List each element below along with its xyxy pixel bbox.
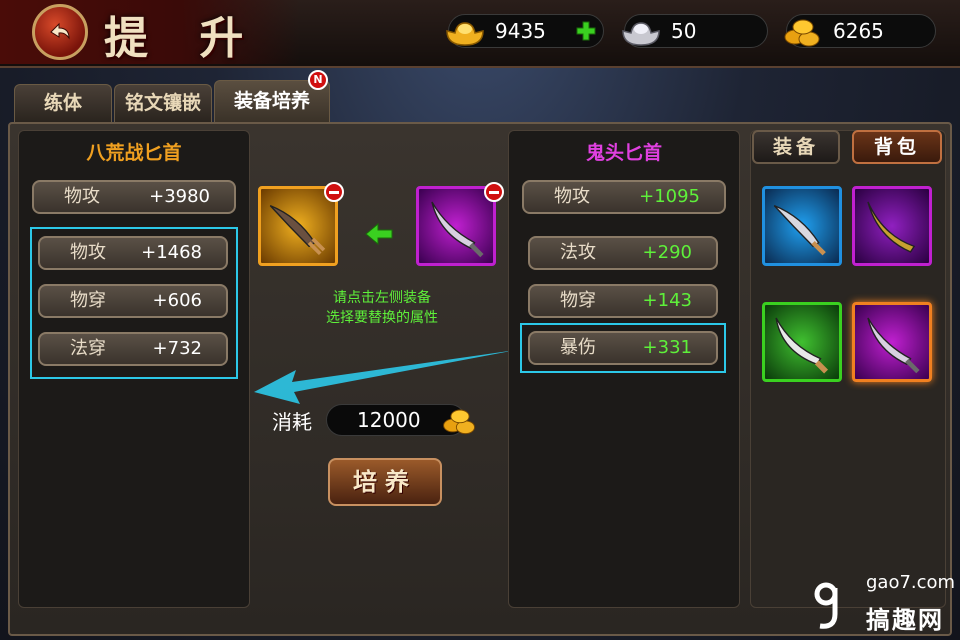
stat-name: 物攻 [64, 186, 100, 207]
watermark-domain: gao7.com [866, 572, 956, 593]
dagger-icon [775, 317, 829, 374]
stat-name: 物攻 [70, 242, 106, 263]
inventory-slot-selected[interactable] [852, 302, 932, 382]
left-sub-stat-row[interactable]: 物攻 +1468 [38, 236, 228, 270]
silver-ingot-value: 50 [671, 19, 697, 43]
stat-value: +1095 [639, 186, 700, 207]
inventory-slot[interactable] [762, 186, 842, 266]
cultivate-button[interactable]: 培养 [328, 458, 442, 506]
add-gold-icon[interactable] [575, 20, 597, 42]
stat-value: +1468 [141, 242, 202, 263]
gold-ingot-counter: 9435 [446, 14, 604, 48]
g-logo-icon [814, 582, 838, 629]
new-badge: N [308, 70, 328, 90]
stat-value: +732 [152, 338, 202, 359]
dagger-icon [867, 201, 916, 253]
right-equipment-slot[interactable] [416, 186, 496, 266]
back-button[interactable] [32, 4, 88, 60]
right-sub-stat-row[interactable]: 暴伤 +331 [528, 331, 718, 365]
dagger-icon [431, 201, 484, 258]
right-main-stat: 物攻 +1095 [522, 180, 726, 214]
stat-name: 物穿 [70, 290, 106, 311]
stat-name: 法穿 [70, 338, 106, 359]
right-item-name: 鬼头匕首 [585, 142, 662, 164]
gold-coins-value: 6265 [833, 19, 884, 43]
left-sub-stat-row[interactable]: 物穿 +606 [38, 284, 228, 318]
right-sub-stat-row[interactable]: 法攻 +290 [528, 236, 718, 270]
left-sub-stat-row[interactable]: 法穿 +732 [38, 332, 228, 366]
dagger-icon [867, 317, 920, 374]
silver-ingot-icon [622, 22, 660, 46]
page-title: 提 升 [104, 13, 262, 64]
tab-equipped[interactable]: 装备 [752, 130, 840, 164]
watermark-logo [808, 574, 848, 634]
hint-line-2: 选择要替换的属性 [326, 310, 438, 326]
remove-right-equipment-icon[interactable] [484, 182, 504, 202]
left-arrow-icon [365, 222, 393, 246]
stat-value: +331 [642, 337, 692, 358]
inventory-slot[interactable] [852, 186, 932, 266]
inventory-slot[interactable] [762, 302, 842, 382]
stat-name: 法攻 [560, 242, 596, 263]
stat-value: +3980 [149, 186, 210, 207]
silver-ingot-counter: 50 [622, 14, 768, 48]
tab-inscription[interactable]: 铭文镶嵌 [114, 84, 212, 122]
right-sub-stat-row[interactable]: 物穿 +143 [528, 284, 718, 318]
hint-line-1: 请点击左侧装备 [333, 290, 431, 306]
stat-name: 物攻 [554, 186, 590, 207]
remove-left-equipment-icon[interactable] [324, 182, 344, 202]
cost-label: 消耗 [272, 410, 312, 434]
stat-value: +290 [642, 242, 692, 263]
left-main-stat: 物攻 +3980 [32, 180, 236, 214]
stat-value: +606 [152, 290, 202, 311]
watermark-name: 搞趣网 [866, 606, 944, 634]
stat-name: 暴伤 [560, 337, 596, 358]
stat-value: +143 [642, 290, 692, 311]
gold-coins-icon [784, 19, 820, 47]
stat-name: 物穿 [560, 290, 596, 311]
tab-body-training[interactable]: 练体 [14, 84, 112, 122]
gold-coins-counter: 6265 [784, 14, 936, 48]
back-arrow-icon [50, 22, 70, 40]
gold-ingot-value: 9435 [495, 19, 546, 43]
left-item-name: 八荒战匕首 [86, 142, 182, 164]
gold-ingot-icon [446, 22, 484, 46]
dagger-icon [269, 205, 326, 256]
gold-coins-icon [443, 409, 475, 435]
dagger-icon [773, 205, 826, 256]
tab-bag[interactable]: 背包 [852, 130, 942, 164]
